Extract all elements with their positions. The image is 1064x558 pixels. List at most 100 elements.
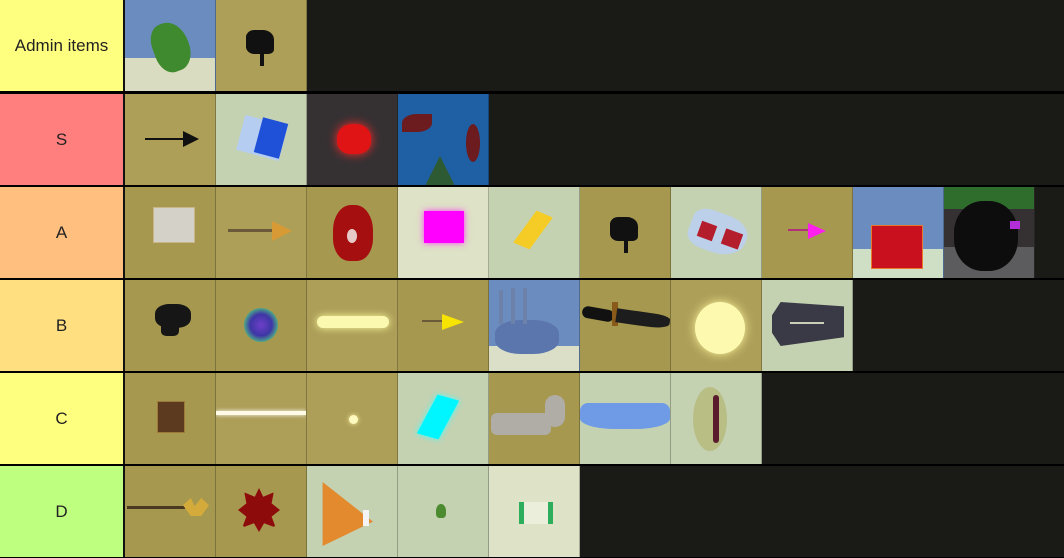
claw-glove-icon (499, 290, 503, 324)
item-tile-pink-arrow[interactable] (762, 187, 853, 278)
item-tile-claw-glove[interactable] (489, 280, 580, 371)
item-tile-yellow-gem[interactable] (489, 187, 580, 278)
item-tile-blue-skirt[interactable] (580, 373, 671, 464)
green-leaf-icon (436, 504, 446, 518)
tier-row: A (0, 187, 1064, 278)
item-tile-green-leaf[interactable] (398, 466, 489, 557)
pink-arrow-icon (808, 223, 826, 239)
item-tile-coffin[interactable] (762, 280, 853, 371)
knife-icon (615, 308, 670, 330)
straw-hat-icon (713, 395, 719, 443)
white-box-icon (153, 207, 195, 243)
item-tile-green-white-band[interactable] (489, 466, 580, 557)
tier-row: C (0, 373, 1064, 464)
item-tile-blue-red-pattern[interactable] (398, 94, 489, 185)
small-light-icon (349, 415, 358, 424)
item-tile-red-heart[interactable] (307, 94, 398, 185)
item-tile-white-box[interactable] (125, 187, 216, 278)
item-tile-glowing-arm[interactable] (307, 280, 398, 371)
item-tile-black-cap[interactable] (125, 280, 216, 371)
tier-label[interactable]: C (0, 373, 125, 464)
tier-label[interactable]: A (0, 187, 125, 278)
tier-row: D (0, 466, 1064, 557)
blue-red-pattern-icon (466, 124, 480, 162)
coffin-icon (772, 302, 844, 346)
grey-arm-icon (545, 395, 565, 427)
tier-row: S (0, 94, 1064, 185)
red-heart-icon (337, 124, 371, 154)
item-tile-brown-box[interactable] (125, 373, 216, 464)
black-glove-icon (260, 50, 264, 66)
red-white-shoe-icon (683, 204, 753, 262)
tier-items (125, 466, 580, 557)
item-tile-black-glove[interactable] (216, 0, 307, 91)
red-cap-icon (347, 229, 357, 243)
item-tile-black-glove[interactable] (580, 187, 671, 278)
trident-icon (183, 498, 209, 516)
tier-items (125, 94, 489, 185)
claw-glove-icon (523, 288, 527, 324)
black-shadow-figure-icon (1010, 221, 1020, 229)
yellow-arrow-icon (442, 314, 464, 330)
trident-icon (127, 506, 185, 509)
tier-row: B (0, 280, 1064, 371)
item-tile-cyan-gem[interactable] (398, 373, 489, 464)
yellow-arrow-icon (422, 320, 444, 322)
tier-label[interactable]: Admin items (0, 0, 125, 91)
black-glove-icon (624, 237, 628, 253)
claw-glove-icon (495, 320, 559, 354)
tier-items (125, 280, 853, 371)
knife-icon (581, 305, 615, 323)
brown-box-icon (157, 401, 185, 433)
black-arrow-icon (145, 138, 185, 140)
gold-arrow-icon (228, 229, 276, 232)
item-tile-trident[interactable] (125, 466, 216, 557)
item-tile-red-box[interactable] (853, 187, 944, 278)
tier-label[interactable]: S (0, 94, 125, 185)
item-tile-red-splat[interactable] (216, 466, 307, 557)
gold-arrow-icon (272, 221, 292, 241)
yellow-gem-icon (513, 210, 553, 250)
item-tile-gold-arrow[interactable] (216, 187, 307, 278)
item-tile-magenta-box[interactable] (398, 187, 489, 278)
item-tile-glowing-sphere[interactable] (671, 280, 762, 371)
tier-items (125, 187, 1035, 278)
straw-hat-icon (693, 387, 727, 451)
item-tile-knife[interactable] (580, 280, 671, 371)
claw-glove-icon (511, 288, 515, 324)
light-beam-icon (216, 411, 306, 415)
item-tile-black-shadow-figure[interactable] (944, 187, 1035, 278)
item-tile-black-arrow[interactable] (125, 94, 216, 185)
blue-skirt-icon (580, 403, 670, 429)
item-tile-light-beam[interactable] (216, 373, 307, 464)
item-tile-traffic-cone[interactable] (307, 466, 398, 557)
item-tile-small-light[interactable] (307, 373, 398, 464)
green-white-band-icon (519, 502, 553, 524)
pink-arrow-icon (788, 229, 810, 231)
black-cap-icon (161, 320, 179, 336)
tier-items (125, 0, 307, 91)
coffin-icon (790, 322, 824, 324)
black-shadow-figure-icon (954, 201, 1018, 271)
tier-list-board: Admin items S A B C D (0, 0, 1064, 558)
glowing-arm-icon (317, 316, 389, 328)
grey-arm-icon (491, 413, 551, 435)
purple-orb-icon (244, 308, 278, 342)
glowing-sphere-icon (695, 302, 745, 354)
magenta-box-icon (424, 211, 464, 243)
item-tile-red-cap[interactable] (307, 187, 398, 278)
tier-label[interactable]: B (0, 280, 125, 371)
item-tile-purple-orb[interactable] (216, 280, 307, 371)
red-box-icon (871, 225, 923, 269)
tier-row: Admin items (0, 0, 1064, 91)
item-tile-frog[interactable] (125, 0, 216, 91)
tier-label[interactable]: D (0, 466, 125, 557)
item-tile-yellow-arrow[interactable] (398, 280, 489, 371)
item-tile-red-white-shoe[interactable] (671, 187, 762, 278)
blue-red-pattern-icon (402, 114, 432, 132)
black-arrow-icon (183, 131, 199, 147)
item-tile-grey-arm[interactable] (489, 373, 580, 464)
item-tile-blue-white-box[interactable] (216, 94, 307, 185)
tier-items (125, 373, 762, 464)
item-tile-straw-hat[interactable] (671, 373, 762, 464)
